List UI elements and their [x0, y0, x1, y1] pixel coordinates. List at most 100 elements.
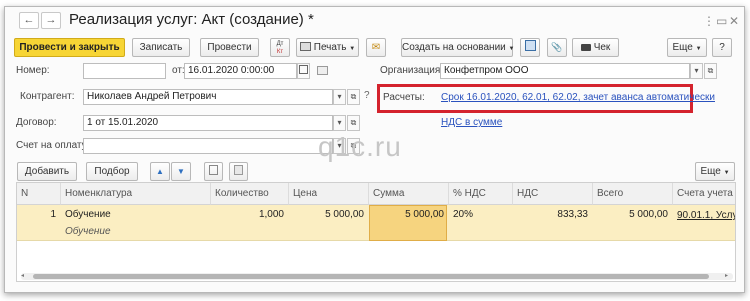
column-header[interactable]: НДС [513, 183, 593, 205]
chevron-down-icon: ▾ [694, 66, 699, 75]
accounts-link[interactable]: 90.01.1, Услу [677, 208, 735, 224]
column-header[interactable]: % НДС [449, 183, 513, 205]
horizontal-scrollbar[interactable]: ◂ ▸ [21, 273, 733, 280]
watermark-text: q1c.ru [318, 131, 402, 162]
save-button[interactable]: Записать [132, 38, 190, 57]
more-label: Еще [672, 42, 693, 53]
add-row-button[interactable]: Добавить [17, 162, 77, 181]
table-row[interactable]: 1 Обучение Обучение 1,000 5 000,00 5 000… [17, 205, 735, 241]
organization-input[interactable]: Конфетпром ООО [440, 63, 690, 79]
create-based-on-button[interactable]: Создать на основании ▼ [401, 38, 515, 57]
organization-label: Организация: [380, 65, 444, 76]
column-header[interactable]: Количество [211, 183, 289, 205]
move-up-button[interactable]: ▲ [150, 162, 170, 181]
contract-open-button[interactable]: ⧉ [347, 115, 360, 131]
column-header[interactable]: Сумма [369, 183, 449, 205]
selection-button[interactable]: Подбор [86, 162, 138, 181]
column-header[interactable]: Цена [289, 183, 369, 205]
envelope-icon: ✉ [371, 42, 381, 53]
contract-label: Договор: [16, 117, 57, 128]
chevron-down-icon: ▼ [695, 46, 702, 52]
quantity-cell[interactable]: 1,000 [211, 207, 289, 223]
organization-dropdown[interactable]: ▾ [690, 63, 703, 79]
dt-label: Дт [276, 41, 284, 47]
price-cell[interactable]: 5 000,00 [289, 207, 369, 223]
printer-icon [299, 42, 311, 51]
date-label: от: [172, 65, 185, 76]
more-menu-icon[interactable]: ⋮ [703, 14, 715, 28]
chevron-down-icon: ▼ [723, 170, 730, 176]
back-button[interactable]: ← [19, 12, 39, 29]
hierarchy-icon [524, 40, 536, 51]
receipt-label: Чек [593, 42, 611, 53]
invoice-label: Счет на оплату: [16, 140, 90, 151]
attach-button[interactable]: 📎 [547, 38, 567, 57]
table-more-label: Еще [700, 166, 721, 177]
date-input[interactable]: 16.01.2020 0:00:00 [184, 63, 297, 79]
print-button[interactable]: Печать ▼ [296, 38, 359, 57]
total-cell[interactable]: 5 000,00 [593, 207, 673, 223]
contract-input[interactable]: 1 от 15.01.2020 [83, 115, 333, 131]
form-icon[interactable] [317, 66, 328, 75]
column-header[interactable]: N [17, 183, 61, 205]
counterparty-dropdown[interactable]: ▾ [333, 89, 346, 105]
chevron-down-icon: ▼ [508, 46, 515, 52]
chevron-down-icon: ▾ [337, 118, 342, 127]
post-and-close-button[interactable]: Провести и закрыть [14, 38, 125, 57]
open-link-icon: ⧉ [350, 92, 357, 101]
kt-label: Кт [276, 49, 284, 55]
arrow-left-icon: ← [23, 14, 35, 26]
copy-row-button[interactable] [204, 162, 223, 181]
counterparty-input[interactable]: Николаев Андрей Петрович [83, 89, 333, 105]
vat-link[interactable]: НДС в сумме [441, 116, 502, 130]
item-content[interactable]: Обучение [65, 224, 207, 240]
paste-row-button[interactable] [229, 162, 248, 181]
arrow-up-icon: ▲ [156, 167, 164, 176]
more-button[interactable]: Еще ▼ [667, 38, 707, 57]
window-title: Реализация услуг: Акт (создание) * [69, 11, 314, 28]
open-link-icon: ⧉ [350, 118, 357, 127]
chevron-down-icon: ▼ [349, 46, 356, 52]
help-button[interactable]: ? [712, 38, 732, 57]
sum-cell[interactable]: 5 000,00 [369, 207, 449, 223]
vat-amount-cell[interactable]: 833,33 [513, 207, 593, 223]
counterparty-label: Контрагент: [20, 91, 75, 102]
create-based-label: Создать на основании [402, 42, 506, 53]
column-header[interactable]: Номенклатура [61, 183, 211, 205]
invoice-input[interactable] [83, 138, 333, 154]
table-more-button[interactable]: Еще ▼ [695, 162, 735, 181]
chevron-down-icon: ▾ [337, 92, 342, 101]
dt-kt-button[interactable]: Дт Кт [270, 38, 290, 57]
print-label: Печать [313, 42, 347, 53]
calendar-button[interactable] [297, 63, 310, 79]
column-header[interactable]: Всего [593, 183, 673, 205]
item-name[interactable]: Обучение [65, 207, 207, 223]
post-button[interactable]: Провести [200, 38, 259, 57]
structure-button[interactable] [520, 38, 540, 57]
paperclip-icon: 📎 [551, 42, 563, 52]
scroll-left-icon[interactable]: ◂ [21, 273, 27, 279]
forward-button[interactable]: → [41, 12, 61, 29]
email-button[interactable]: ✉ [366, 38, 386, 57]
organization-open-button[interactable]: ⧉ [704, 63, 717, 79]
receipt-button[interactable]: Чек [572, 38, 619, 57]
calendar-icon [299, 65, 308, 74]
required-marker: ? [364, 90, 370, 101]
settlements-link[interactable]: Срок 16.01.2020, 62.01, 62.02, зачет ава… [441, 91, 715, 105]
row-number: 1 [50, 209, 56, 220]
copy-icon [209, 165, 218, 175]
contract-dropdown[interactable]: ▾ [333, 115, 346, 131]
close-icon[interactable]: ✕ [729, 14, 739, 28]
arrow-down-icon: ▼ [177, 167, 185, 176]
counterparty-open-button[interactable]: ⧉ [347, 89, 360, 105]
scrollbar-thumb[interactable] [33, 274, 709, 279]
restore-icon[interactable]: ▭ [716, 14, 727, 28]
vat-rate-cell[interactable]: 20% [453, 207, 513, 223]
open-link-icon: ⧉ [707, 66, 714, 75]
number-input[interactable] [83, 63, 166, 79]
cash-register-icon [580, 44, 591, 51]
scroll-right-icon[interactable]: ▸ [725, 273, 731, 279]
move-down-button[interactable]: ▼ [171, 162, 191, 181]
column-header[interactable]: Счета учета [673, 183, 735, 205]
number-label: Номер: [16, 65, 50, 76]
